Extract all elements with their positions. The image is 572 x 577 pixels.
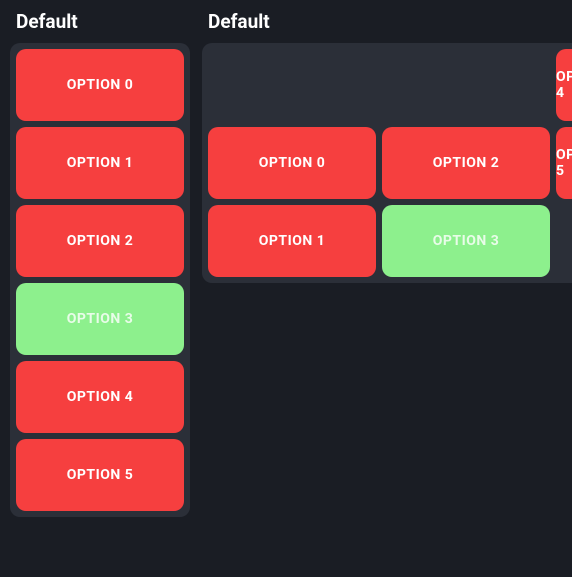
- option-button[interactable]: OPTION 3: [382, 205, 550, 277]
- option-button[interactable]: OPTION 5: [556, 127, 572, 199]
- option-button[interactable]: OPTION 0: [208, 127, 376, 199]
- option-button[interactable]: OPTION 3: [16, 283, 184, 355]
- option-group-0: DefaultOPTION 0OPTION 1OPTION 2OPTION 3O…: [10, 10, 190, 517]
- option-button[interactable]: OPTION 0: [16, 49, 184, 121]
- group-title: Default: [208, 10, 572, 33]
- option-group-1: DefaultOPTION 0OPTION 1OPTION 2OPTION 3O…: [202, 10, 572, 283]
- options-container: OPTION 0OPTION 1OPTION 2OPTION 3OPTION 4…: [10, 43, 190, 517]
- option-button[interactable]: OPTION 4: [556, 49, 572, 121]
- option-groups: DefaultOPTION 0OPTION 1OPTION 2OPTION 3O…: [10, 10, 562, 517]
- option-button[interactable]: OPTION 4: [16, 361, 184, 433]
- option-button[interactable]: OPTION 5: [16, 439, 184, 511]
- option-button[interactable]: OPTION 1: [208, 205, 376, 277]
- option-button[interactable]: OPTION 2: [382, 127, 550, 199]
- options-container: OPTION 0OPTION 1OPTION 2OPTION 3 OPTION 4…: [202, 43, 572, 283]
- spacer: [208, 49, 550, 89]
- group-title: Default: [16, 10, 190, 33]
- option-button[interactable]: OPTION 1: [16, 127, 184, 199]
- option-button[interactable]: OPTION 2: [16, 205, 184, 277]
